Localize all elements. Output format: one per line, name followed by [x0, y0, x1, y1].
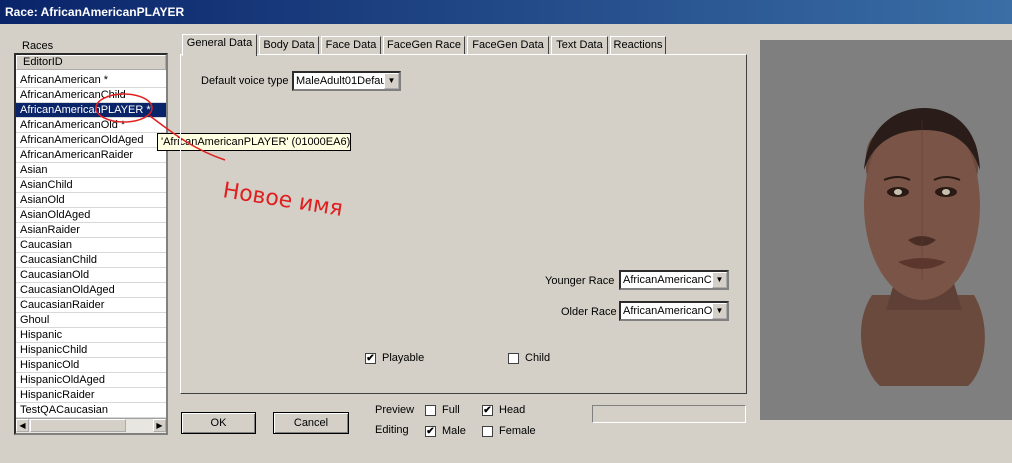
tab-body-data[interactable]: Body Data	[259, 36, 319, 55]
voice-type-select[interactable]: MaleAdult01Default ▼	[292, 71, 401, 91]
child-label: Child	[525, 352, 551, 364]
tab-reactions[interactable]: Reactions	[610, 36, 666, 55]
tab-facegen-race[interactable]: FaceGen Race	[383, 36, 465, 55]
cancel-button[interactable]: Cancel	[273, 412, 349, 434]
younger-race-value: AfricanAmericanChild	[623, 274, 712, 286]
annotation-circle	[95, 93, 153, 123]
voice-type-label: Default voice type	[201, 75, 289, 87]
chevron-down-icon[interactable]: ▼	[712, 303, 727, 319]
younger-race-select[interactable]: AfricanAmericanChild ▼	[619, 270, 729, 290]
chevron-down-icon[interactable]: ▼	[712, 272, 727, 288]
younger-race-label: Younger Race	[545, 275, 615, 287]
head-preview-viewport[interactable]	[760, 40, 1012, 420]
head-preview-image	[860, 108, 985, 386]
tab-general-data[interactable]: General Data	[182, 34, 257, 56]
playable-checkbox[interactable]: ✔	[365, 353, 376, 364]
progress-bar	[592, 405, 746, 423]
editing-male-label: Male	[442, 425, 466, 437]
older-race-value: AfricanAmericanOld	[623, 305, 712, 317]
tab-facegen-data[interactable]: FaceGen Data	[467, 36, 549, 55]
tab-face-data[interactable]: Face Data	[321, 36, 381, 55]
playable-label: Playable	[382, 352, 425, 364]
preview-head-checkbox[interactable]: ✔	[482, 405, 493, 416]
preview-label: Preview	[375, 404, 415, 416]
editing-male-checkbox[interactable]: ✔	[425, 426, 436, 437]
preview-full-label: Full	[442, 404, 460, 416]
older-race-select[interactable]: AfricanAmericanOld ▼	[619, 301, 729, 321]
voice-type-value: MaleAdult01Default	[296, 75, 384, 87]
preview-full-checkbox[interactable]	[425, 405, 436, 416]
editing-female-checkbox[interactable]	[482, 426, 493, 437]
tab-text-data[interactable]: Text Data	[551, 36, 608, 55]
older-race-label: Older Race	[561, 306, 617, 318]
chevron-down-icon[interactable]: ▼	[384, 73, 399, 89]
ok-button[interactable]: OK	[181, 412, 256, 434]
preview-head-label: Head	[499, 404, 526, 416]
editing-female-label: Female	[499, 425, 536, 437]
child-checkbox[interactable]	[508, 353, 519, 364]
general-data-panel	[180, 54, 747, 394]
editing-label: Editing	[375, 424, 409, 436]
